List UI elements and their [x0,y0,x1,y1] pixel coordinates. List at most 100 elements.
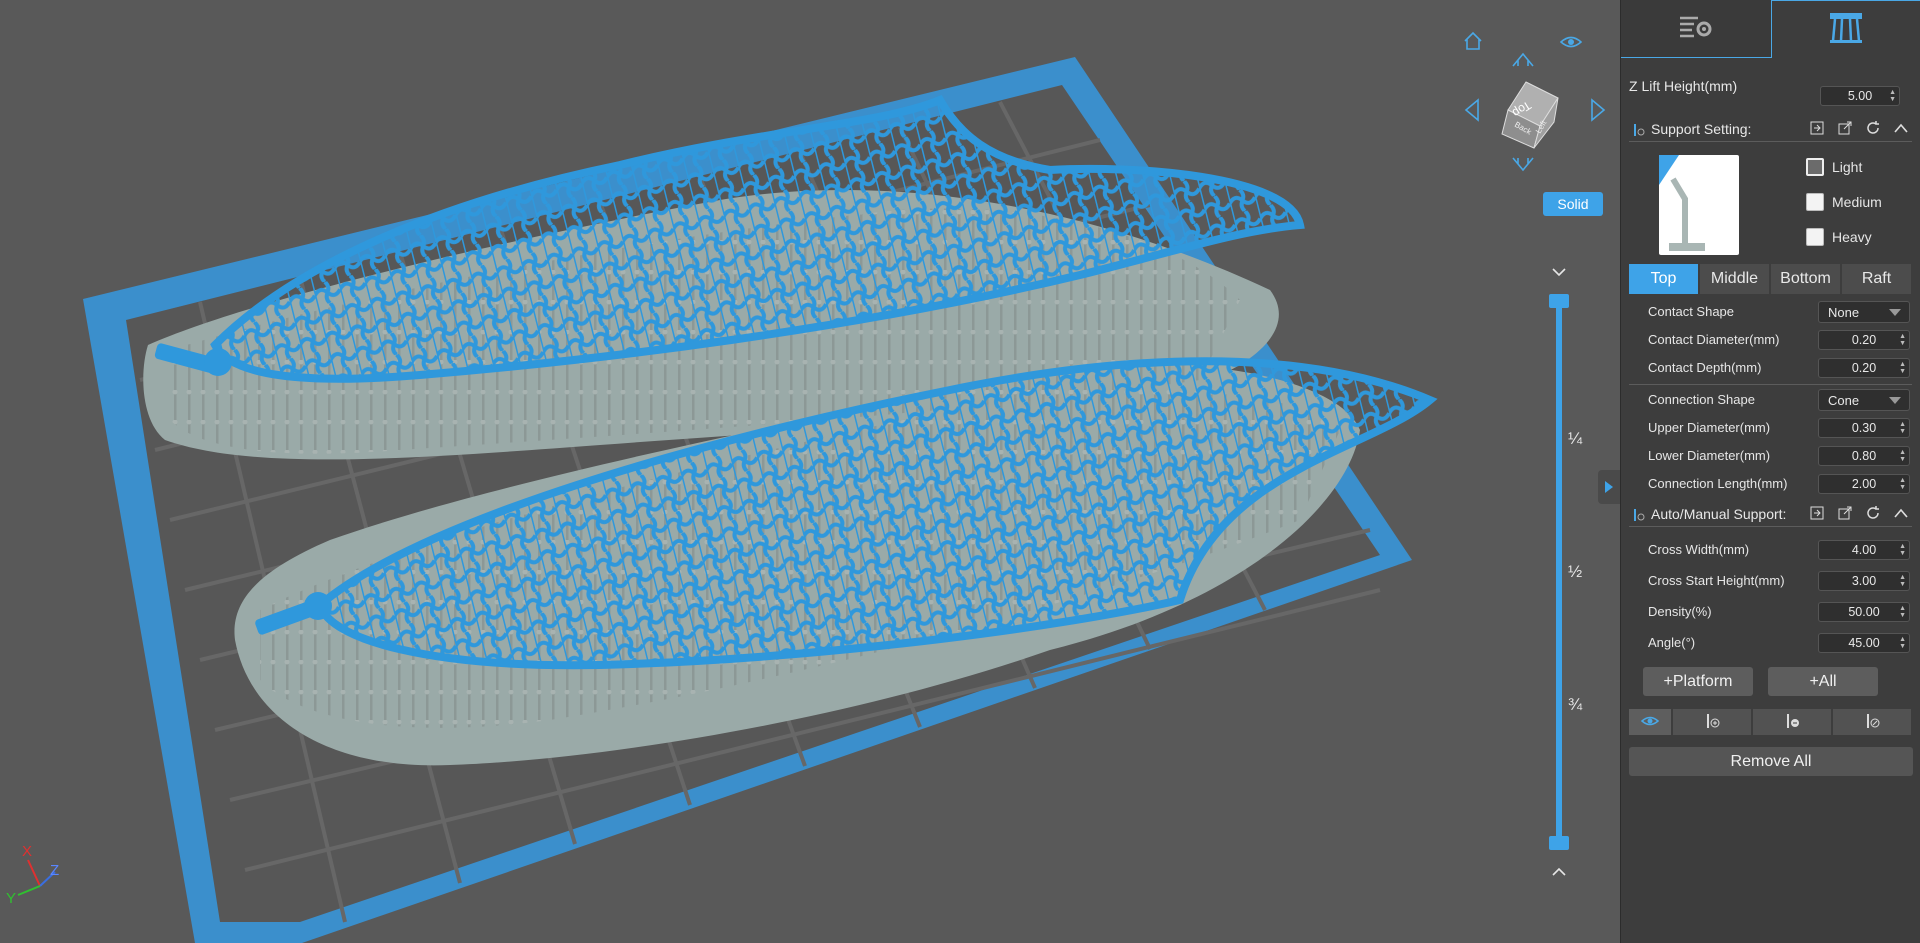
tab-bottom[interactable]: Bottom [1771,264,1840,294]
preset-light-checkbox[interactable] [1806,158,1824,176]
export-icon[interactable] [1836,119,1854,137]
reset-icon[interactable] [1864,119,1882,137]
tab-middle[interactable]: Middle [1700,264,1769,294]
preset-heavy[interactable]: Heavy [1806,228,1872,246]
edit-support-icon [1863,713,1881,732]
lower-diameter-label: Lower Diameter(mm) [1648,448,1771,463]
support-structure-icon [1828,11,1864,48]
cross-width-value: 4.00 [1851,543,1877,557]
connection-shape-select[interactable]: Cone [1818,389,1910,411]
panel-tabs [1621,0,1920,58]
support-preview-image [1659,155,1739,255]
slider-mark-half: ½ [1568,562,1583,581]
eye-icon[interactable] [1559,34,1583,55]
tab-top[interactable]: Top [1629,264,1698,294]
contact-depth-label: Contact Depth(mm) [1648,360,1762,375]
connection-length-input[interactable]: 2.00 ▲ ▼ [1818,474,1910,494]
layer-slider-bottom-handle[interactable] [1549,836,1569,850]
connection-length-label: Connection Length(mm) [1648,476,1788,491]
import-icon[interactable] [1808,504,1826,522]
cross-width-label: Cross Width(mm) [1648,542,1750,557]
contact-diameter-value: 0.20 [1851,333,1877,347]
preset-medium-label: Medium [1832,194,1882,210]
lower-diameter-input[interactable]: 0.80 ▲ ▼ [1818,446,1910,466]
slider-mark-three-quarter: ¾ [1568,695,1583,714]
collapse-section-icon[interactable] [1892,119,1910,137]
cross-start-label: Cross Start Height(mm) [1648,573,1785,588]
chevron-up-icon[interactable] [1551,864,1567,882]
axis-y-label: Y [6,890,16,907]
arrow-down-icon[interactable] [1511,156,1535,179]
add-support-icon [1703,713,1721,732]
export-icon[interactable] [1836,504,1854,522]
support-panel: Z Lift Height(mm) 5.00 ▲ ▼ Support Setting… [1620,0,1920,943]
contact-shape-select[interactable]: None [1818,301,1910,323]
angle-input[interactable]: 45.00 ▲ ▼ [1818,633,1910,653]
lower-diameter-value: 0.80 [1851,449,1877,463]
upper-diameter-input[interactable]: 0.30 ▲ ▼ [1818,418,1910,438]
collapse-section-icon[interactable] [1892,504,1910,522]
remove-all-button[interactable]: Remove All [1629,747,1913,776]
collapse-panel-icon[interactable] [1598,470,1620,504]
preset-medium[interactable]: Medium [1806,193,1882,211]
view-cube[interactable]: Top Back Left [1488,78,1564,159]
axis-z-label: Z [50,862,59,879]
upper-diameter-value: 0.30 [1851,421,1877,435]
build-plate-scene: X Z Y [6,57,1438,943]
remove-support-icon [1783,713,1801,732]
layer-slider-track[interactable] [1556,298,1562,842]
contact-shape-value: None [1828,304,1860,320]
axis-x-label: X [22,843,32,860]
contact-depth-value: 0.20 [1851,361,1877,375]
preset-heavy-checkbox[interactable] [1806,228,1824,246]
arrow-right-icon[interactable] [1590,98,1608,127]
support-setting-header: Support Setting: [1629,116,1912,142]
layer-slider-top-handle[interactable] [1549,294,1569,308]
contact-diameter-input[interactable]: 0.20 ▲ ▼ [1818,330,1910,350]
auto-manual-header: Auto/Manual Support: [1629,501,1912,527]
remove-support-tool[interactable] [1753,709,1831,735]
reset-icon[interactable] [1864,504,1882,522]
slider-mark-quarter: ¼ [1568,429,1583,448]
auto-manual-title: Auto/Manual Support: [1651,505,1787,522]
render-mode-button[interactable]: Solid [1543,192,1603,216]
contact-shape-label: Contact Shape [1648,304,1735,319]
chevron-down-icon[interactable] [1551,264,1567,282]
tab-print-settings[interactable] [1621,0,1771,58]
contact-depth-input[interactable]: 0.20 ▲ ▼ [1818,358,1910,378]
support-setting-title: Support Setting: [1651,120,1752,137]
settings-list-icon [1678,14,1714,43]
angle-label: Angle(°) [1648,635,1696,650]
add-platform-button[interactable]: +Platform [1643,667,1753,696]
tab-raft[interactable]: Raft [1842,264,1911,294]
home-icon[interactable] [1462,30,1484,57]
cross-start-input[interactable]: 3.00 ▲ ▼ [1818,571,1910,591]
angle-value: 45.00 [1848,636,1880,650]
visibility-toggle[interactable] [1629,709,1671,735]
tab-support[interactable] [1771,0,1920,58]
app-window: X Z Y Top Back Left Solid ¼ ½ ¾ Z Lift H… [0,0,1920,943]
connection-length-value: 2.00 [1851,477,1877,491]
arrow-up-icon[interactable] [1511,50,1535,73]
preset-light[interactable]: Light [1806,158,1862,176]
add-support-tool[interactable] [1673,709,1751,735]
upper-diameter-label: Upper Diameter(mm) [1648,420,1771,435]
3d-viewport[interactable]: X Z Y Top Back Left Solid ¼ ½ ¾ [0,0,1620,943]
import-icon[interactable] [1808,119,1826,137]
density-input[interactable]: 50.00 ▲ ▼ [1818,602,1910,622]
eye-icon [1640,714,1660,730]
preset-medium-checkbox[interactable] [1806,193,1824,211]
z-lift-value: 5.00 [1847,89,1873,103]
edit-support-tool[interactable] [1833,709,1911,735]
cross-width-input[interactable]: 4.00 ▲ ▼ [1818,540,1910,560]
divider [1629,384,1912,385]
z-lift-input[interactable]: 5.00 ▲ ▼ [1820,86,1900,106]
cross-start-value: 3.00 [1851,574,1877,588]
preset-heavy-label: Heavy [1832,229,1872,245]
arrow-left-icon[interactable] [1462,98,1480,127]
add-all-button[interactable]: +All [1768,667,1878,696]
density-label: Density(%) [1648,604,1712,619]
support-pin-icon [1631,122,1645,141]
connection-shape-label: Connection Shape [1648,392,1755,407]
preset-light-label: Light [1832,159,1863,175]
